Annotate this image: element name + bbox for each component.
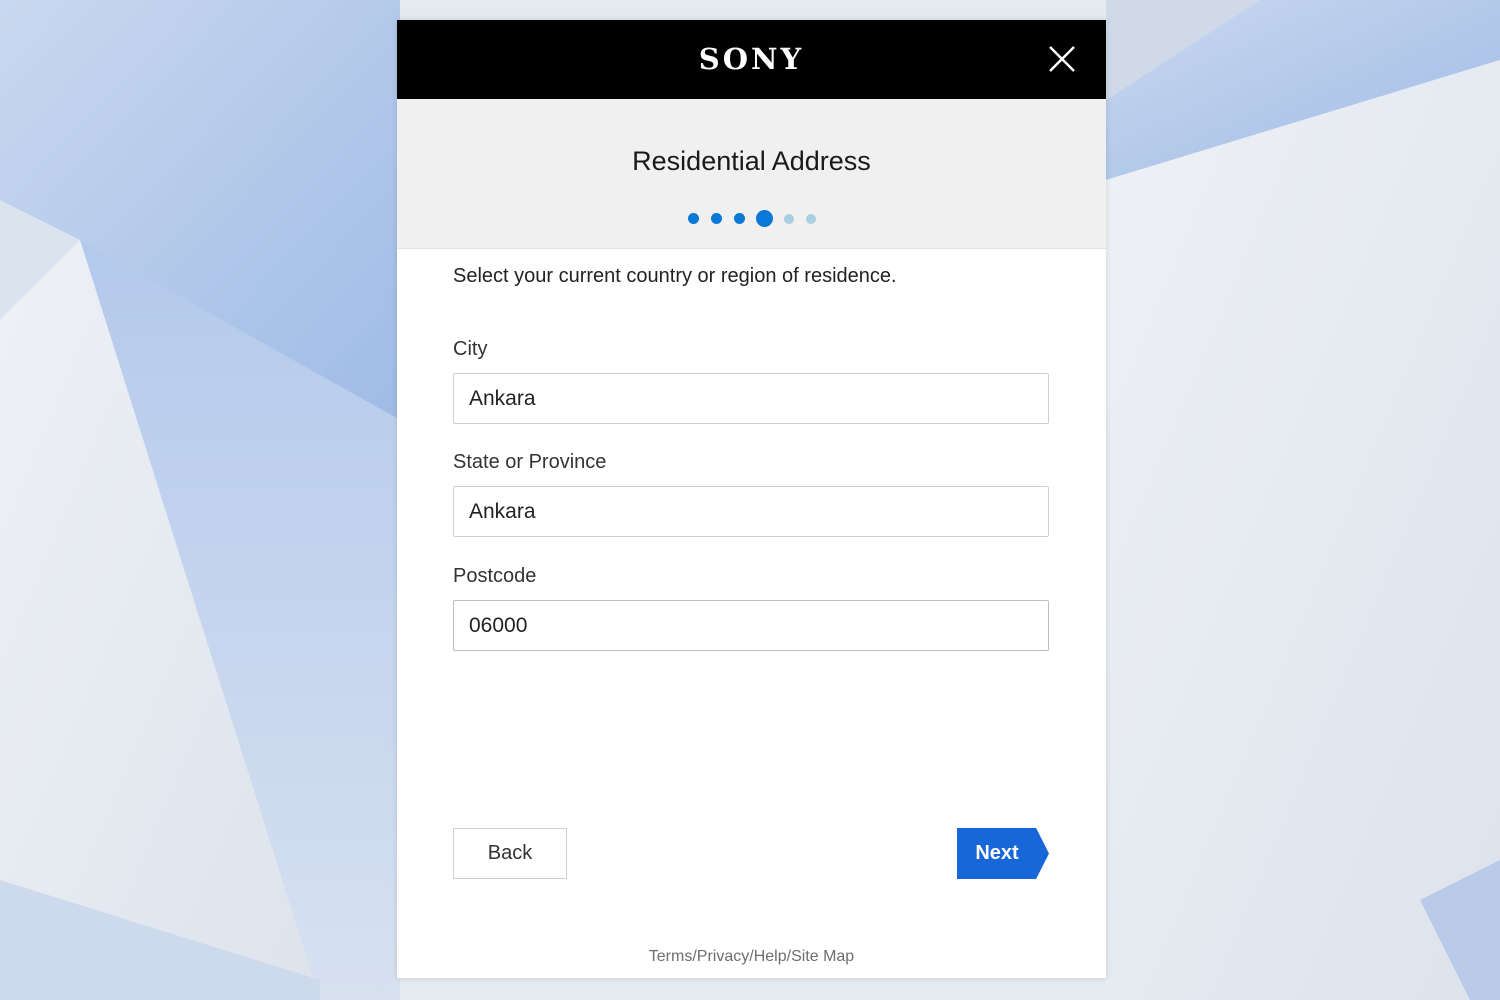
terms-link[interactable]: Terms [649,948,693,965]
step-dot [733,213,745,224]
state-input[interactable] [453,486,1049,537]
step-header: Residential Address [397,99,1106,249]
next-button[interactable]: Next [957,828,1049,879]
instruction-text: Select your current country or region of… [453,265,897,287]
city-input[interactable] [453,373,1049,424]
postcode-label: Postcode [453,565,537,587]
sign-up-dialog: SONY Residential Address Select your cur… [397,20,1106,978]
footer-links: Terms/Privacy/Help/Site Map [397,948,1106,966]
step-dot [783,213,794,224]
state-label: State or Province [453,451,607,473]
step-dot [710,213,722,224]
site-map-link[interactable]: Site Map [791,948,854,965]
city-label: City [453,338,488,360]
step-dot-current [755,210,773,227]
close-icon [1049,46,1075,72]
brand-bar: SONY [397,20,1106,99]
postcode-input[interactable] [453,600,1049,651]
close-button[interactable] [1045,42,1079,76]
back-button[interactable]: Back [453,828,567,879]
sony-logo: SONY [698,42,805,76]
page-title: Residential Address [632,146,871,176]
step-dot [805,213,816,224]
privacy-link[interactable]: Privacy [697,948,749,965]
step-dot [687,213,699,224]
help-link[interactable]: Help [754,948,787,965]
step-progress-indicator [397,210,1106,228]
